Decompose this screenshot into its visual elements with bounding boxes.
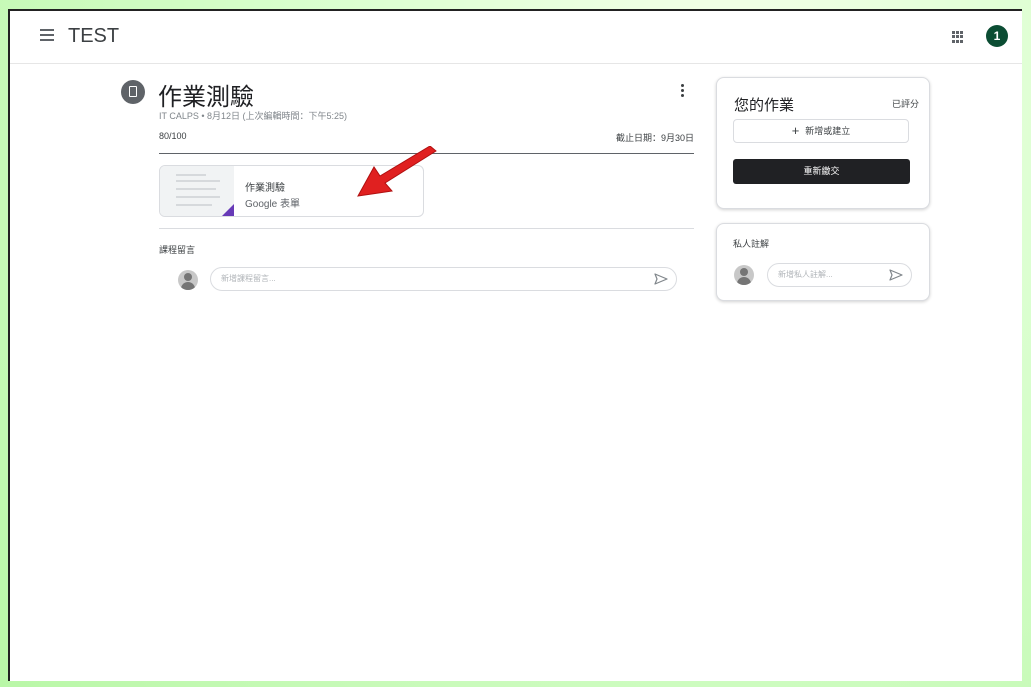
assignment-points: 80/100	[159, 131, 187, 141]
google-forms-icon	[222, 204, 234, 216]
your-work-panel: 您的作業 已評分 + 新增或建立 重新繳交	[716, 77, 930, 209]
plus-icon: +	[791, 123, 800, 138]
private-comments-panel: 私人註解	[716, 223, 930, 301]
resubmit-button[interactable]: 重新繳交	[733, 159, 910, 184]
attachment-title: 作業測驗	[245, 183, 285, 194]
user-avatar-icon	[734, 265, 754, 285]
attachment-type: Google 表單	[245, 199, 301, 210]
more-options-icon[interactable]	[681, 84, 685, 98]
comments-divider	[159, 228, 694, 229]
class-comment-box[interactable]	[210, 267, 677, 291]
graded-status: 已評分	[891, 99, 919, 109]
account-avatar[interactable]: 1	[986, 25, 1008, 47]
hamburger-menu-icon[interactable]	[40, 29, 54, 41]
send-icon[interactable]	[654, 273, 668, 285]
form-thumbnail	[160, 166, 234, 216]
class-name[interactable]: TEST	[68, 25, 119, 48]
google-apps-icon[interactable]	[952, 31, 964, 43]
user-avatar-icon	[178, 270, 198, 290]
private-comment-input[interactable]	[778, 270, 878, 279]
add-or-create-button[interactable]: + 新增或建立	[733, 119, 909, 143]
private-comment-box[interactable]	[767, 263, 912, 287]
due-date: 截止日期：9月30日	[615, 133, 694, 143]
private-comments-title: 私人註解	[733, 239, 770, 249]
class-comments-label: 課程留言	[159, 245, 196, 255]
send-icon[interactable]	[889, 269, 903, 281]
your-work-title: 您的作業	[734, 97, 795, 114]
assignment-icon	[121, 80, 145, 104]
class-comment-input[interactable]	[221, 274, 371, 283]
assignment-meta: IT CALPS • 8月12日 (上次編輯時間：下午5:25)	[159, 111, 348, 121]
add-or-create-label: 新增或建立	[805, 126, 851, 136]
assignment-title: 作業測驗	[158, 84, 254, 111]
red-arrow-annotation	[357, 146, 437, 197]
top-app-bar: TEST 1	[10, 11, 1022, 64]
classroom-window: TEST 1 作業測驗 IT CALPS • 8月12日 (上次編輯時間：下午5…	[8, 9, 1022, 681]
